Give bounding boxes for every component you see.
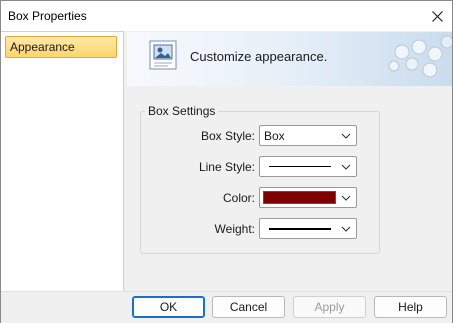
- line-style-sample: [269, 166, 331, 167]
- weight-label: Weight:: [214, 222, 255, 236]
- color-label: Color:: [222, 191, 255, 205]
- line-style-label: Line Style:: [198, 160, 255, 174]
- banner-title: Customize appearance.: [190, 49, 328, 64]
- line-style-select[interactable]: [259, 156, 357, 177]
- window-title: Box Properties: [8, 9, 87, 23]
- color-swatch: [263, 191, 336, 204]
- ok-button[interactable]: OK: [132, 296, 205, 318]
- close-icon: [431, 10, 443, 22]
- help-button[interactable]: Help: [374, 296, 447, 318]
- group-legend: Box Settings: [145, 104, 219, 118]
- sidebar-item-appearance[interactable]: Appearance: [5, 36, 117, 58]
- chevron-down-icon: [341, 226, 351, 232]
- color-select[interactable]: [259, 187, 357, 208]
- sidebar: Appearance: [1, 31, 124, 291]
- apply-button[interactable]: Apply: [293, 296, 366, 318]
- sidebar-item-label: Appearance: [10, 40, 75, 54]
- weight-select[interactable]: [259, 218, 357, 239]
- cancel-button[interactable]: Cancel: [212, 296, 285, 318]
- decorative-circles-icon: [388, 35, 452, 78]
- title-bar: Box Properties: [1, 1, 452, 31]
- picture-icon: [149, 40, 177, 70]
- chevron-down-icon: [341, 133, 351, 139]
- chevron-down-icon: [341, 195, 351, 201]
- box-style-value: Box: [264, 129, 285, 143]
- box-properties-dialog: Box Properties Appearance Customize appe…: [0, 0, 453, 323]
- close-button[interactable]: [422, 1, 452, 31]
- header-banner: Customize appearance.: [127, 32, 452, 86]
- box-style-label: Box Style:: [200, 129, 255, 143]
- box-style-select[interactable]: Box: [259, 125, 357, 146]
- chevron-down-icon: [341, 164, 351, 170]
- weight-sample: [269, 228, 331, 230]
